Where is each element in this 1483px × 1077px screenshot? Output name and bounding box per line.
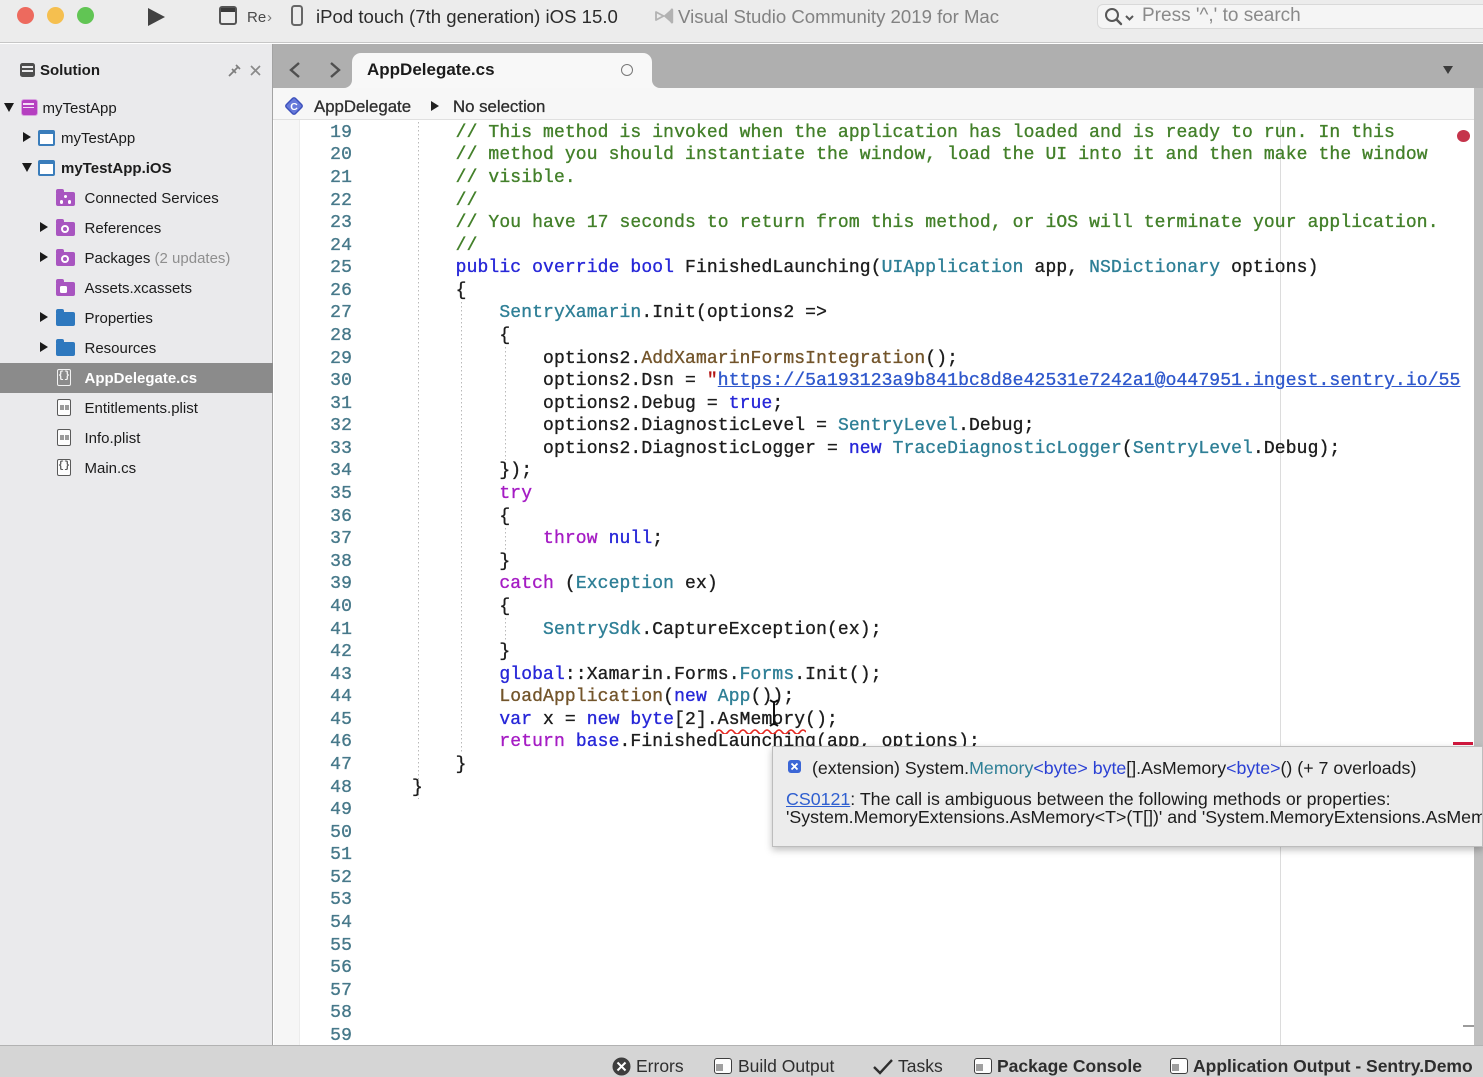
svg-text:C: C — [290, 101, 298, 113]
